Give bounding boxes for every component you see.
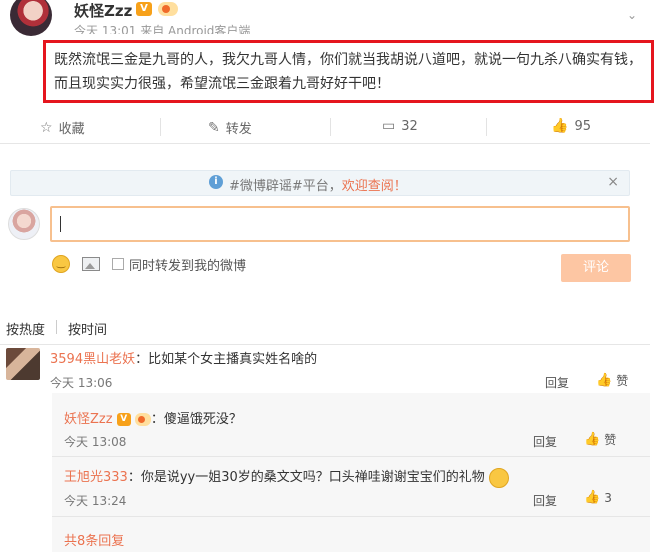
- reply-button[interactable]: 回复: [545, 374, 569, 391]
- rumor-notice-bar: i #微博辟谣#平台，欢迎查阅！ ×: [10, 170, 630, 196]
- reply-text: ：你是说yy一姐30岁的桑文文吗？口头禅哇谢谢宝宝们的礼物: [127, 470, 485, 485]
- reply-body: 妖怪Zzz V ：傻逼饿死没？: [64, 408, 242, 427]
- post-header: 妖怪Zzz V 今天 13:01 来自 Android客户端 ⌄: [0, 0, 665, 40]
- emoji-icon: [488, 467, 509, 488]
- repost-button[interactable]: ✎ 转发: [208, 118, 252, 138]
- tab-sort-time[interactable]: 按时间: [68, 319, 107, 338]
- action-divider: [486, 118, 487, 136]
- vip-badge-icon: V: [136, 2, 152, 16]
- reply-like-button[interactable]: 👍 3: [584, 490, 612, 505]
- comment-body: 3594黑山老妖：比如某个女主播真实姓名啥的: [50, 348, 317, 367]
- post-action-bar: ☆ 收藏 ✎ 转发 ▭ 32 👍 95: [0, 110, 650, 144]
- notice-prefix: #微博辟谣#平台，: [229, 179, 342, 194]
- comment-time: 今天 13:06: [50, 376, 113, 390]
- thumbs-up-icon: 👍: [584, 432, 601, 447]
- comment-button[interactable]: ▭ 32: [382, 118, 418, 134]
- post-content-highlight: 既然流氓三金是九哥的人，我欠九哥人情，你们就当我胡说八道吧，就说一句九杀八确实有…: [43, 40, 654, 103]
- repost-icon: ✎: [208, 119, 220, 136]
- level-badge-icon: [158, 2, 178, 16]
- author-avatar[interactable]: [10, 0, 52, 36]
- author-name[interactable]: 妖怪Zzz: [74, 0, 132, 21]
- repost-checkbox-label[interactable]: 同时转发到我的微博: [129, 255, 246, 274]
- notice-link[interactable]: 欢迎查阅！: [342, 179, 407, 194]
- like-count: 95: [574, 118, 591, 134]
- post-text: 既然流氓三金是九哥的人，我欠九哥人情，你们就当我胡说八道吧，就说一句九杀八确实有…: [54, 52, 642, 92]
- repost-checkbox[interactable]: [112, 258, 124, 270]
- comment-sort-bar: 按热度 按时间: [0, 315, 650, 345]
- reply-button[interactable]: 回复: [533, 492, 557, 509]
- info-icon: i: [209, 175, 223, 189]
- reply-button[interactable]: 回复: [533, 433, 557, 450]
- submit-comment-button[interactable]: 评论: [561, 254, 631, 282]
- reply-divider: [52, 456, 650, 457]
- reply-body: 王旭光333：你是说yy一姐30岁的桑文文吗？口头禅哇谢谢宝宝们的礼物: [64, 466, 509, 488]
- star-icon: ☆: [40, 119, 53, 136]
- reply-like-count: 3: [604, 490, 612, 505]
- level-badge-icon: [134, 413, 151, 426]
- close-icon[interactable]: ×: [607, 174, 619, 190]
- current-user-avatar: [8, 208, 40, 240]
- reply-user-name[interactable]: 妖怪Zzz: [64, 412, 113, 427]
- notice-text: #微博辟谣#平台，欢迎查阅！: [229, 175, 407, 194]
- thumbs-up-icon: 👍: [551, 118, 569, 134]
- action-divider: [160, 118, 161, 136]
- comment-like-button[interactable]: 👍 赞: [596, 372, 628, 389]
- compose-tools: 同时转发到我的微博: [52, 254, 246, 274]
- thumbs-up-icon: 👍: [596, 373, 613, 388]
- tab-sort-hot[interactable]: 按热度: [6, 319, 45, 338]
- image-icon[interactable]: [82, 257, 100, 271]
- favorite-button[interactable]: ☆ 收藏: [40, 118, 85, 138]
- reply-like-button[interactable]: 👍 赞: [584, 431, 616, 448]
- repost-label: 转发: [225, 122, 252, 137]
- reply-text: ：傻逼饿死没？: [150, 412, 242, 427]
- post-meta: 今天 13:01 来自 Android客户端: [74, 24, 251, 34]
- commenter-name[interactable]: 3594黑山老妖: [50, 352, 135, 367]
- tab-divider: [56, 320, 57, 334]
- favorite-label: 收藏: [58, 122, 85, 137]
- comment-like-label: 赞: [616, 374, 629, 388]
- commenter-avatar[interactable]: [6, 348, 40, 380]
- like-button[interactable]: 👍 95: [551, 118, 591, 134]
- reply-like-label: 赞: [604, 433, 617, 447]
- more-replies-link[interactable]: 共8条回复: [64, 530, 124, 549]
- more-menu-icon[interactable]: ⌄: [627, 8, 637, 22]
- comment-count: 32: [401, 118, 418, 134]
- thumbs-up-icon: 👍: [584, 490, 601, 505]
- comment-text: ：比如某个女主播真实姓名啥的: [135, 352, 318, 367]
- reply-user-name[interactable]: 王旭光333: [64, 470, 128, 485]
- comment-icon: ▭: [382, 118, 396, 134]
- emoji-icon[interactable]: [52, 255, 70, 273]
- reply-time: 今天 13:24: [64, 494, 127, 508]
- reply-divider: [52, 516, 650, 517]
- vip-badge-icon: V: [116, 413, 131, 426]
- comment-input[interactable]: [50, 206, 630, 242]
- action-divider: [330, 118, 331, 136]
- text-caret: [60, 216, 61, 232]
- reply-time: 今天 13:08: [64, 435, 127, 449]
